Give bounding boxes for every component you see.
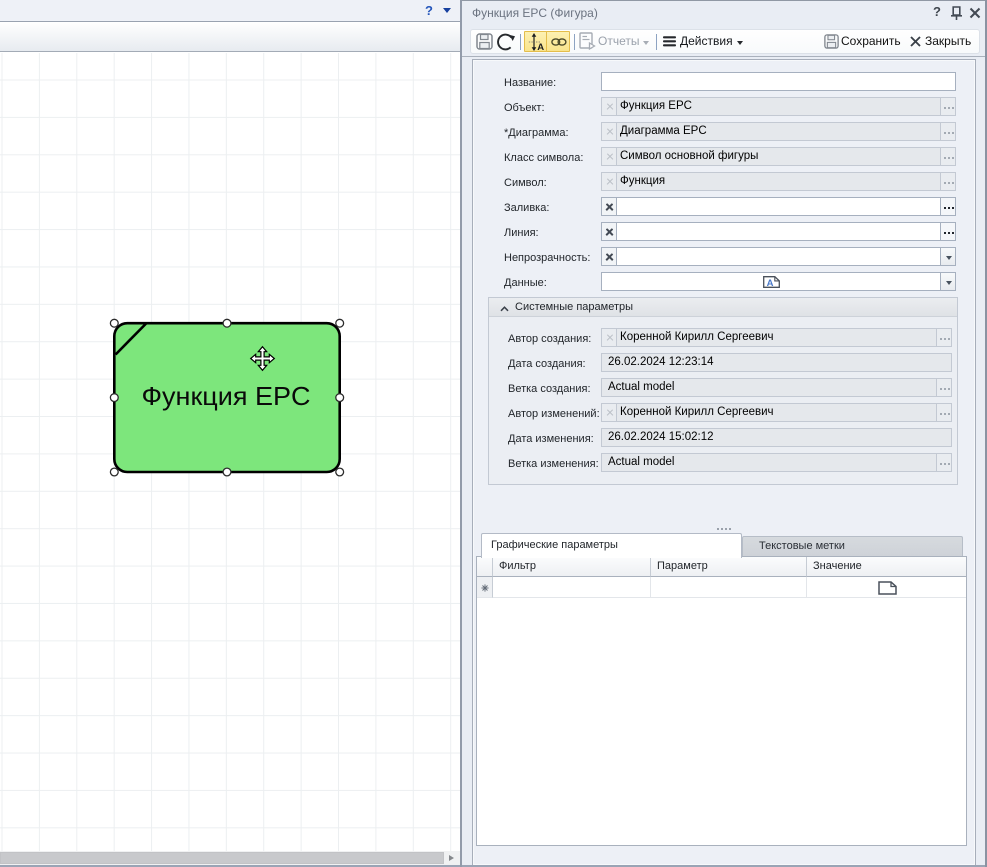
svg-text:Функция EPC: Функция EPC xyxy=(142,381,311,411)
svg-text:A: A xyxy=(766,278,773,288)
svg-text:A: A xyxy=(537,42,544,51)
